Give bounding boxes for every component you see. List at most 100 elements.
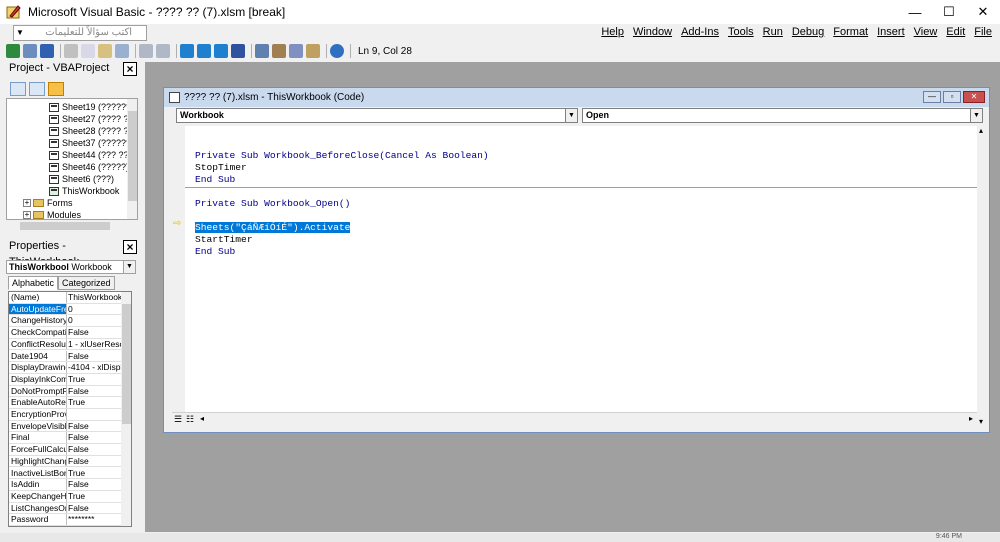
project-pane-close-icon[interactable]: × [123, 62, 137, 76]
property-row[interactable]: Final False [9, 432, 121, 445]
property-value[interactable]: True [67, 374, 121, 385]
property-row[interactable]: (Name) ThisWorkbook [9, 292, 121, 304]
property-value[interactable]: False [67, 386, 121, 397]
scroll-thumb[interactable] [128, 111, 137, 201]
property-row[interactable]: KeepChangeHis True [9, 490, 121, 503]
tree-item-sheet44[interactable]: Sheet44 (??? ??? [49, 149, 134, 161]
property-value[interactable]: False [67, 421, 121, 432]
properties-object-combo[interactable]: ThisWorkbool Workbook ▼ [6, 260, 136, 274]
tree-item-sheet27[interactable]: Sheet27 (???? ?? [49, 113, 134, 125]
find-icon[interactable] [115, 44, 129, 58]
scroll-thumb[interactable] [20, 222, 110, 230]
property-row[interactable]: CheckCompatibiFalse [9, 327, 121, 339]
project-tree-hscrollbar[interactable] [6, 220, 138, 232]
menu-tools[interactable]: Tools [728, 26, 754, 38]
tab-categorized[interactable]: Categorized [58, 276, 115, 290]
view-object-button[interactable] [29, 82, 45, 96]
property-value[interactable]: ******** [67, 514, 121, 525]
toolbox-icon[interactable] [306, 44, 320, 58]
property-row[interactable]: DisplayInkCommTrue [9, 373, 121, 386]
property-row[interactable]: ConflictResolutx 1 - xlUserReso [9, 338, 121, 351]
property-value[interactable]: False [67, 444, 121, 455]
tree-item-sheet6[interactable]: Sheet6 (???) [49, 173, 114, 185]
menu-view[interactable]: View [914, 26, 938, 38]
menu-window[interactable]: Window [633, 26, 672, 38]
properties-window-icon[interactable] [272, 44, 286, 58]
insert-module-icon[interactable] [23, 44, 37, 58]
scroll-up-icon[interactable]: ▴ [979, 126, 983, 135]
menu-edit[interactable]: Edit [946, 26, 965, 38]
tree-folder-forms[interactable]: + Forms [23, 197, 73, 209]
property-value[interactable]: False [67, 479, 121, 490]
property-value[interactable]: False [67, 432, 121, 443]
object-browser-icon[interactable] [289, 44, 303, 58]
property-row[interactable]: ForceFullCalculaFalse [9, 444, 121, 456]
menu-run[interactable]: Run [763, 26, 783, 38]
property-value[interactable]: False [67, 351, 121, 362]
maximize-button[interactable]: ☐ [932, 0, 966, 24]
property-row[interactable]: IsAddin False [9, 479, 121, 491]
property-row[interactable]: EnvelopeVisible False [9, 420, 121, 433]
property-value[interactable]: False [67, 456, 121, 467]
code-vscrollbar[interactable]: ▴ ▾ [977, 126, 989, 426]
expand-icon[interactable]: + [23, 211, 31, 219]
code-close-button[interactable]: ✕ [963, 91, 985, 103]
tree-item-sheet37[interactable]: Sheet37 (?????? [49, 137, 131, 149]
property-value[interactable]: False [67, 503, 121, 514]
tree-item-sheet46[interactable]: Sheet46 (?????) [49, 161, 129, 173]
cut-icon[interactable] [64, 44, 78, 58]
project-explorer-icon[interactable] [255, 44, 269, 58]
toggle-folders-button[interactable] [48, 82, 64, 96]
menu-debug[interactable]: Debug [792, 26, 824, 38]
expand-icon[interactable]: + [23, 199, 31, 207]
property-row[interactable]: Date1904 False [9, 350, 121, 363]
menu-insert[interactable]: Insert [877, 26, 905, 38]
procedure-combo[interactable]: Open ▼ [582, 108, 983, 123]
scroll-left-icon[interactable]: ◂ [200, 414, 204, 423]
tree-item-sheet28[interactable]: Sheet28 (???? ?? [49, 125, 134, 137]
chevron-down-icon[interactable]: ▼ [970, 109, 982, 122]
property-row[interactable]: ListChangesOnNFalse [9, 502, 121, 515]
property-value[interactable]: -4104 - xlDispl [67, 362, 121, 373]
menu-file[interactable]: File [974, 26, 992, 38]
tab-alphabetic[interactable]: Alphabetic [8, 276, 59, 290]
code-hscrollbar[interactable]: ☰ ☷ ◂ ▸ [172, 412, 977, 426]
tree-item-sheet19[interactable]: Sheet19 (?????? [49, 101, 131, 113]
close-button[interactable]: ✕ [966, 0, 1000, 24]
object-combo[interactable]: Workbook ▼ [176, 108, 578, 123]
property-row[interactable]: AutoUpdateFre 0 [9, 303, 121, 316]
property-value[interactable]: True [67, 468, 121, 479]
view-excel-icon[interactable] [6, 44, 20, 58]
project-tree-scrollbar[interactable] [127, 99, 137, 219]
help-icon[interactable] [330, 44, 344, 58]
property-value[interactable]: True [67, 491, 121, 502]
paste-icon[interactable] [98, 44, 112, 58]
property-row[interactable]: InactiveListBord True [9, 467, 121, 480]
property-row[interactable]: HighlightChangeFalse [9, 455, 121, 468]
save-icon[interactable] [40, 44, 54, 58]
tree-item-thisworkbook[interactable]: ThisWorkbook [49, 185, 119, 197]
property-value[interactable] [67, 409, 121, 420]
run-icon[interactable] [180, 44, 194, 58]
tree-folder-modules[interactable]: + Modules [23, 209, 81, 219]
chevron-down-icon[interactable]: ▼ [565, 109, 577, 122]
reset-icon[interactable] [214, 44, 228, 58]
scroll-right-icon[interactable]: ▸ [969, 414, 973, 423]
property-value[interactable]: False [67, 327, 121, 338]
scroll-down-icon[interactable]: ▾ [979, 417, 983, 426]
procedure-view-icon[interactable]: ☰ [174, 414, 182, 425]
properties-pane-close-icon[interactable]: × [123, 240, 137, 254]
menu-format[interactable]: Format [833, 26, 868, 38]
properties-scrollbar[interactable] [121, 292, 131, 526]
property-row[interactable]: DisplayDrawingC-4104 - xlDispl [9, 362, 121, 374]
minimize-button[interactable]: — [898, 0, 932, 24]
view-code-button[interactable] [10, 82, 26, 96]
code-minimize-button[interactable]: — [923, 91, 941, 103]
copy-icon[interactable] [81, 44, 95, 58]
menu-add-ins[interactable]: Add-Ins [681, 26, 719, 38]
code-editor[interactable]: Private Sub Workbook_BeforeClose(Cancel … [185, 126, 977, 412]
design-mode-icon[interactable] [231, 44, 245, 58]
property-value[interactable]: True [67, 397, 121, 408]
break-icon[interactable] [197, 44, 211, 58]
chevron-down-icon[interactable]: ▼ [123, 261, 135, 273]
